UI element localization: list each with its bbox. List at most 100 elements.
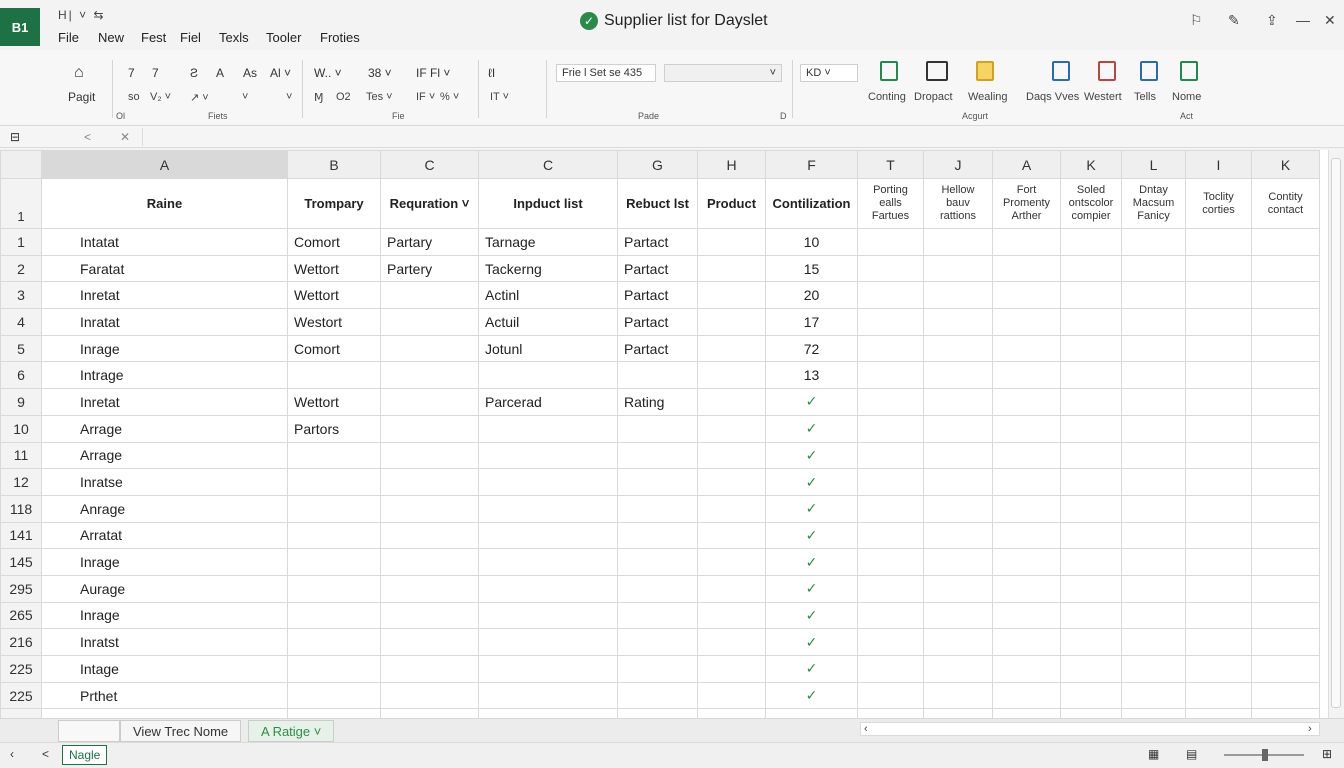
cell-contilization[interactable]: ✓	[765, 655, 858, 683]
cell-company[interactable]	[287, 468, 381, 496]
cell-name[interactable]: Intage	[41, 655, 288, 683]
sheet-table[interactable]: A B C C G H F T J A K L I K 1 Raine Trompary Requration ˅…	[0, 150, 1320, 718]
cell-contilization[interactable]: ✓	[765, 548, 858, 576]
menu-fest[interactable]: Fest	[141, 30, 166, 45]
cell-requration[interactable]	[380, 628, 479, 656]
cell-name[interactable]: Aurage	[41, 574, 288, 603]
header-cell[interactable]: Soled ontscolor compier	[1060, 178, 1122, 229]
empty-cell[interactable]	[1251, 628, 1320, 656]
cell-rebuct[interactable]	[617, 468, 698, 496]
empty-cell[interactable]	[992, 708, 1061, 718]
empty-cell[interactable]	[0, 708, 42, 718]
empty-cell[interactable]	[1185, 548, 1252, 576]
tool-tells[interactable]: Tells	[1134, 91, 1156, 103]
empty-cell[interactable]	[1060, 628, 1122, 656]
sheet-grid[interactable]: A B C C G H F T J A K L I K 1 Raine Trompary Requration ˅…	[0, 150, 1328, 718]
cell-company[interactable]	[287, 441, 381, 470]
cell-product[interactable]	[697, 681, 766, 710]
empty-cell[interactable]	[857, 601, 924, 630]
ribbon-btn[interactable]: IF Fl ˅	[416, 66, 450, 80]
cell-inpduct[interactable]: Tackerng	[478, 254, 618, 283]
empty-cell[interactable]	[1251, 494, 1320, 523]
cell-contilization[interactable]: ✓	[765, 414, 858, 443]
empty-cell[interactable]	[1185, 281, 1252, 310]
empty-cell[interactable]	[1185, 655, 1252, 683]
empty-cell[interactable]	[923, 468, 993, 496]
cell-product[interactable]	[697, 414, 766, 443]
cell-rebuct[interactable]	[617, 521, 698, 550]
header-cell[interactable]: Raine	[41, 178, 288, 229]
empty-cell[interactable]	[992, 228, 1061, 256]
ribbon-btn[interactable]: Ɱ	[314, 91, 324, 104]
cell-requration[interactable]	[380, 601, 479, 630]
cell-inpduct[interactable]: Parcerad	[478, 388, 618, 416]
scroll-left-icon[interactable]: ‹	[864, 723, 868, 735]
cell-contilization[interactable]: ✓	[765, 521, 858, 550]
header-cell[interactable]: Toclity corties	[1185, 178, 1252, 229]
cell-rebuct[interactable]	[617, 655, 698, 683]
cell-contilization[interactable]: ✓	[765, 388, 858, 416]
cell-rebuct[interactable]	[617, 414, 698, 443]
empty-cell[interactable]	[1121, 388, 1186, 416]
cell-inpduct[interactable]: Jotunl	[478, 334, 618, 363]
empty-cell[interactable]	[992, 308, 1061, 336]
empty-cell[interactable]	[1121, 708, 1186, 718]
cell-inpduct[interactable]: Actinl	[478, 281, 618, 310]
menu-new[interactable]: New	[98, 30, 124, 45]
ribbon-btn[interactable]: V₂ ˅	[150, 91, 171, 103]
cell-name[interactable]: Inrage	[41, 601, 288, 630]
cell-inpduct[interactable]	[478, 601, 618, 630]
ribbon-btn[interactable]: ↗ ˅	[190, 91, 209, 104]
empty-cell[interactable]	[765, 708, 858, 718]
close-icon[interactable]: ✕	[1324, 12, 1336, 29]
cell-rebuct[interactable]	[617, 681, 698, 710]
ribbon-btn[interactable]: 7	[128, 66, 135, 80]
empty-cell[interactable]	[923, 708, 993, 718]
cell-requration[interactable]	[380, 681, 479, 710]
empty-cell[interactable]	[1121, 334, 1186, 363]
cell-requration[interactable]	[380, 334, 479, 363]
empty-cell[interactable]	[1251, 708, 1320, 718]
ribbon-btn[interactable]: As	[243, 66, 257, 80]
ribbon-btn[interactable]: % ˅	[440, 91, 459, 103]
empty-cell[interactable]	[1060, 681, 1122, 710]
empty-cell[interactable]	[1185, 361, 1252, 390]
empty-cell[interactable]	[992, 681, 1061, 710]
cell-inpduct[interactable]	[478, 414, 618, 443]
column-header[interactable]: A	[992, 150, 1061, 179]
cell-product[interactable]	[697, 601, 766, 630]
cell-inpduct[interactable]	[478, 468, 618, 496]
cell-rebuct[interactable]	[617, 601, 698, 630]
ribbon-btn[interactable]: ˅	[242, 91, 248, 103]
cell-requration[interactable]	[380, 388, 479, 416]
empty-cell[interactable]	[923, 521, 993, 550]
empty-cell[interactable]	[1060, 521, 1122, 550]
empty-cell[interactable]	[1251, 681, 1320, 710]
cell-rebuct[interactable]	[617, 494, 698, 523]
empty-cell[interactable]	[1060, 574, 1122, 603]
empty-cell[interactable]	[1251, 281, 1320, 310]
empty-cell[interactable]	[992, 254, 1061, 283]
cell-rebuct[interactable]: Partact	[617, 228, 698, 256]
cell-name[interactable]: Inratst	[41, 628, 288, 656]
empty-cell[interactable]	[1251, 441, 1320, 470]
empty-cell[interactable]	[923, 414, 993, 443]
cell-name[interactable]: Inratat	[41, 308, 288, 336]
name-box[interactable]: ⊟	[10, 130, 20, 144]
empty-cell[interactable]	[923, 655, 993, 683]
cell-product[interactable]	[697, 548, 766, 576]
cell-requration[interactable]	[380, 494, 479, 523]
empty-cell[interactable]	[1185, 494, 1252, 523]
cell-rebuct[interactable]: Rating	[617, 388, 698, 416]
row-number[interactable]: 12	[0, 468, 42, 496]
empty-cell[interactable]	[1060, 468, 1122, 496]
empty-cell[interactable]	[992, 548, 1061, 576]
cell-requration[interactable]: Partary	[380, 228, 479, 256]
row-number[interactable]: 1	[0, 178, 42, 229]
empty-cell[interactable]	[1251, 228, 1320, 256]
column-header[interactable]: L	[1121, 150, 1186, 179]
empty-cell[interactable]	[923, 228, 993, 256]
cell-requration[interactable]	[380, 281, 479, 310]
empty-cell[interactable]	[923, 334, 993, 363]
empty-cell[interactable]	[1060, 254, 1122, 283]
